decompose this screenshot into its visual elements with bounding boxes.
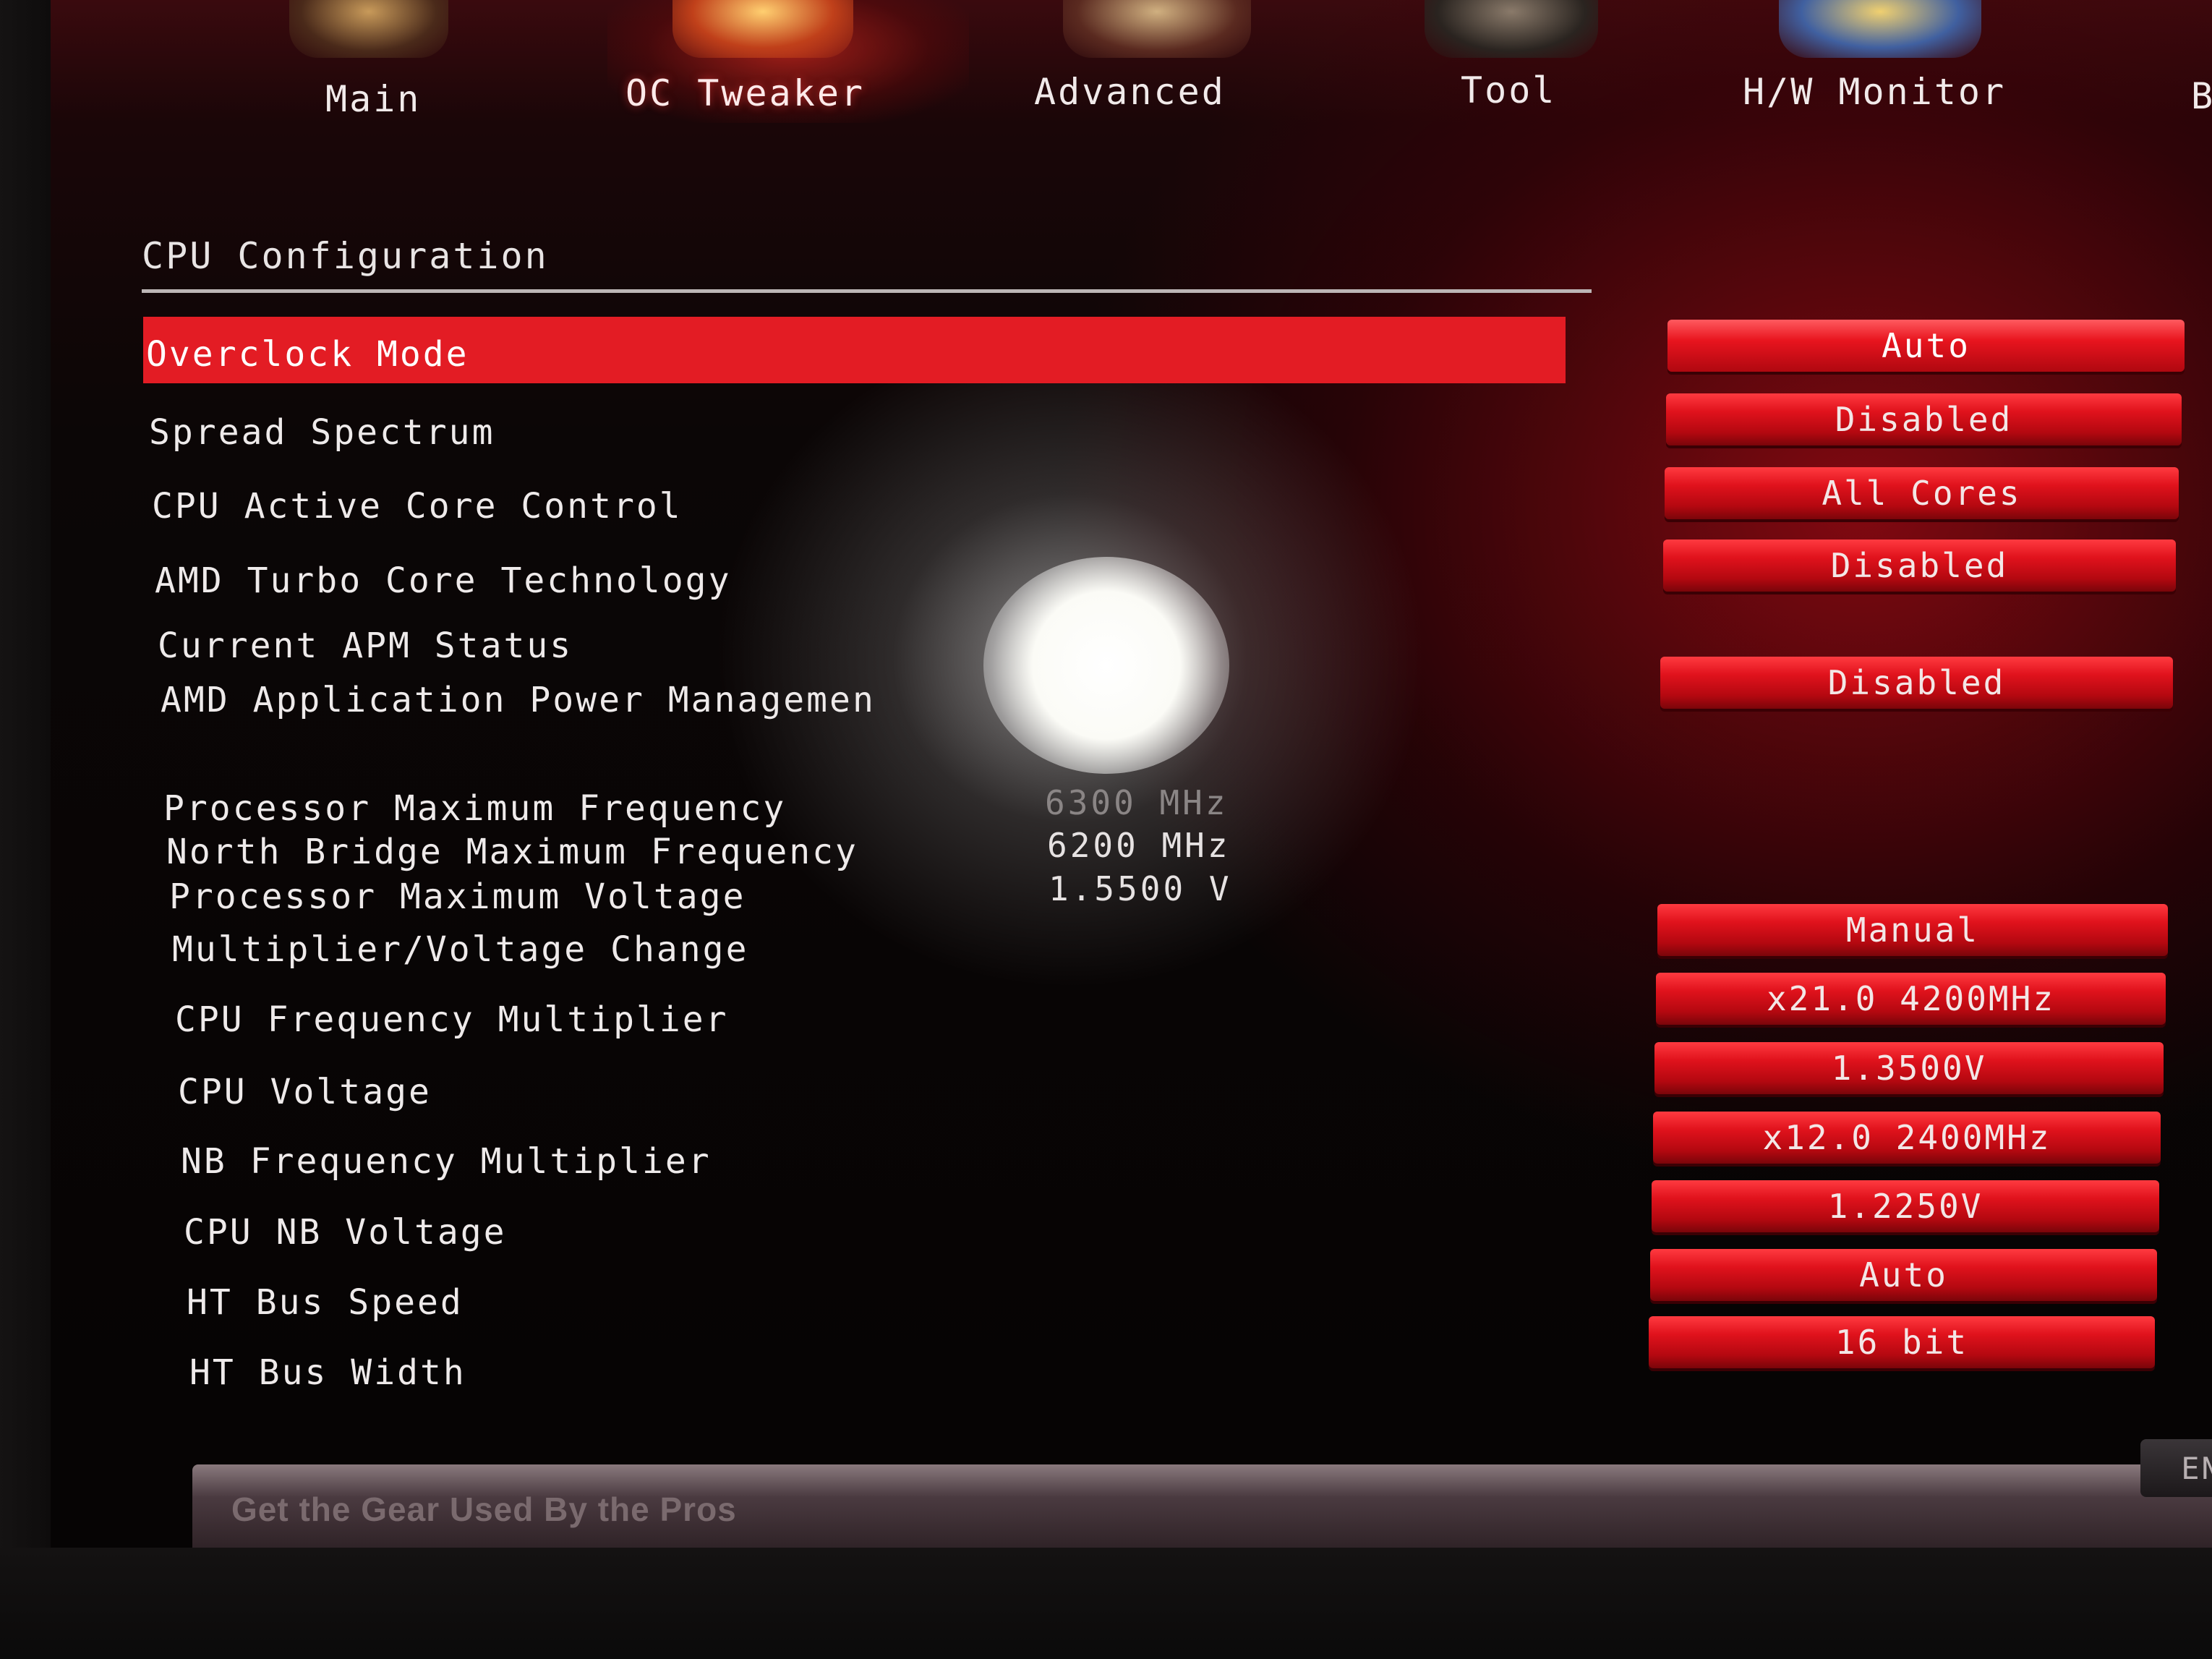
value-multiplier-voltage-change[interactable]: Manual bbox=[1657, 904, 2168, 956]
info-processor-max-voltage-label: Processor Maximum Voltage bbox=[169, 877, 746, 917]
value-ht-bus-speed[interactable]: Auto bbox=[1650, 1249, 2157, 1301]
value-overclock-mode[interactable]: Auto bbox=[1667, 320, 2185, 372]
value-nb-frequency-multiplier[interactable]: x12.0 2400MHz bbox=[1653, 1112, 2161, 1164]
info-processor-max-frequency-label: Processor Maximum Frequency bbox=[163, 788, 787, 829]
screen-glare bbox=[983, 557, 1229, 774]
tool-tab-icon bbox=[1425, 0, 1598, 58]
value-cpu-nb-voltage[interactable]: 1.2250V bbox=[1652, 1180, 2159, 1232]
monitor-bezel-left bbox=[0, 0, 51, 1659]
hw-monitor-tab-icon bbox=[1779, 0, 1981, 58]
setting-cpu-nb-voltage[interactable]: CPU NB Voltage bbox=[184, 1212, 507, 1253]
value-amd-app-power-management[interactable]: Disabled bbox=[1660, 657, 2173, 709]
monitor-bezel-bottom bbox=[0, 1548, 2212, 1659]
value-cpu-voltage[interactable]: 1.3500V bbox=[1654, 1042, 2164, 1094]
setting-overclock-mode[interactable]: Overclock Mode bbox=[146, 334, 469, 375]
setting-amd-turbo-core[interactable]: AMD Turbo Core Technology bbox=[155, 560, 731, 601]
page-title: CPU Configuration bbox=[142, 235, 549, 277]
bios-screen: Main OC Tweaker Advanced Tool H/W Monito… bbox=[51, 0, 2212, 1558]
value-amd-turbo-core[interactable]: Disabled bbox=[1663, 540, 2176, 592]
advanced-tab-icon bbox=[1063, 0, 1251, 58]
tab-oc-tweaker[interactable]: OC Tweaker bbox=[625, 72, 865, 114]
title-divider bbox=[142, 289, 1592, 293]
value-cpu-frequency-multiplier[interactable]: x21.0 4200MHz bbox=[1656, 973, 2166, 1025]
info-nb-max-frequency-value: 6200 MHz bbox=[1047, 826, 1231, 865]
oc-tweaker-tab-icon bbox=[672, 0, 853, 58]
value-spread-spectrum[interactable]: Disabled bbox=[1666, 393, 2182, 445]
setting-amd-app-power-management[interactable]: AMD Application Power Managemen bbox=[161, 680, 876, 720]
setting-cpu-active-core-control[interactable]: CPU Active Core Control bbox=[152, 486, 683, 526]
value-cpu-active-core-control[interactable]: All Cores bbox=[1665, 467, 2179, 519]
info-processor-max-voltage-value: 1.5500 V bbox=[1049, 869, 1232, 908]
setting-ht-bus-speed[interactable]: HT Bus Speed bbox=[187, 1282, 464, 1323]
setting-nb-frequency-multiplier[interactable]: NB Frequency Multiplier bbox=[181, 1141, 712, 1182]
footer-slogan: Get the Gear Used By the Pros bbox=[231, 1490, 737, 1528]
info-nb-max-frequency-label: North Bridge Maximum Frequency bbox=[166, 832, 858, 872]
tab-advanced[interactable]: Advanced bbox=[1034, 71, 1226, 113]
setting-ht-bus-width[interactable]: HT Bus Width bbox=[189, 1352, 466, 1393]
setting-spread-spectrum[interactable]: Spread Spectrum bbox=[149, 412, 495, 453]
main-tab-icon bbox=[289, 0, 448, 58]
tab-hw-monitor[interactable]: H/W Monitor bbox=[1743, 71, 2006, 113]
language-selector[interactable]: EN bbox=[2140, 1439, 2212, 1497]
setting-current-apm-status: Current APM Status bbox=[158, 626, 573, 666]
setting-multiplier-voltage-change[interactable]: Multiplier/Voltage Change bbox=[172, 929, 748, 970]
info-processor-max-frequency-value: 6300 MHz bbox=[1045, 783, 1229, 822]
top-nav: Main OC Tweaker Advanced Tool H/W Monito… bbox=[51, 0, 2212, 130]
setting-cpu-frequency-multiplier[interactable]: CPU Frequency Multiplier bbox=[175, 999, 729, 1040]
tab-boot-partial[interactable]: B bbox=[2191, 75, 2212, 117]
setting-cpu-voltage[interactable]: CPU Voltage bbox=[178, 1072, 432, 1112]
tab-main[interactable]: Main bbox=[325, 78, 421, 120]
tab-tool[interactable]: Tool bbox=[1461, 69, 1556, 111]
value-ht-bus-width[interactable]: 16 bit bbox=[1649, 1316, 2155, 1368]
